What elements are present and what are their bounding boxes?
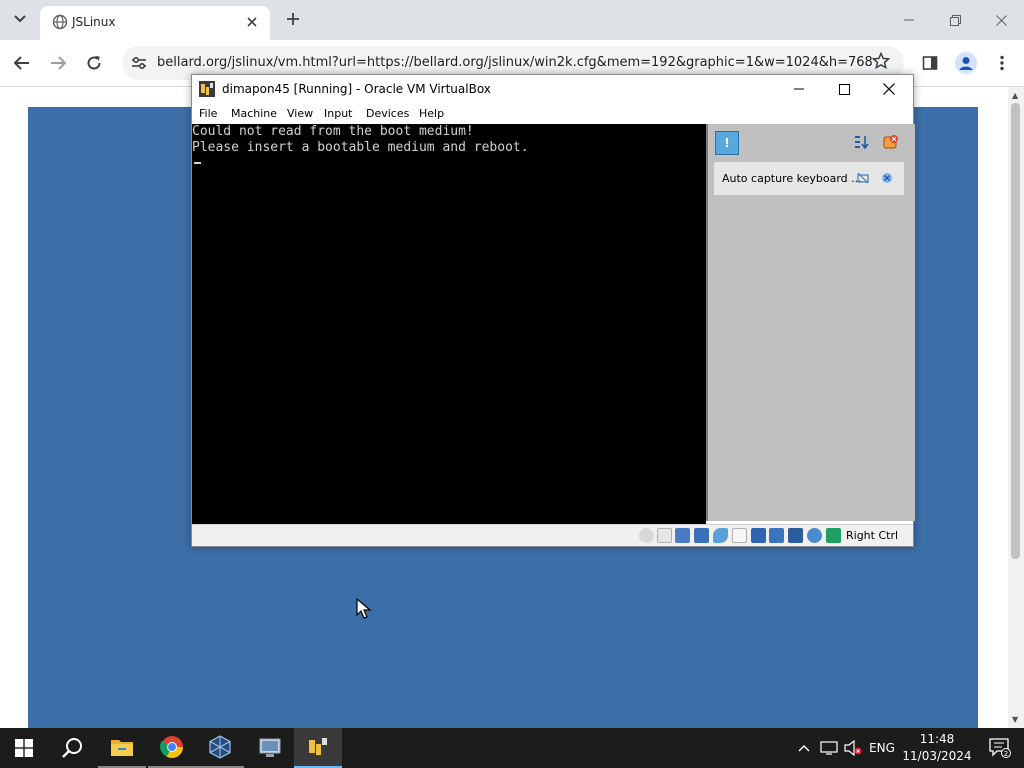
menu-input[interactable]: Input: [324, 107, 352, 120]
volume-muted-icon[interactable]: [842, 728, 864, 768]
menu-help[interactable]: Help: [419, 107, 444, 120]
action-center-icon[interactable]: 2: [980, 728, 1020, 768]
host-key-label: Right Ctrl: [846, 529, 899, 542]
notification-center: ! Auto capture keyboard ...: [706, 124, 915, 521]
clock-time: 11:48: [919, 732, 955, 746]
clock[interactable]: 11:48 11/03/2024: [898, 731, 976, 765]
network-icon[interactable]: [694, 528, 709, 543]
url-text[interactable]: bellard.org/jslinux/vm.html?url=https://…: [157, 55, 873, 70]
vbox-menubar: File Machine View Input Devices Help: [192, 103, 913, 124]
tab-search-icon[interactable]: [8, 7, 32, 31]
page-scrollbar[interactable]: ▲ ▼: [1008, 87, 1024, 728]
maximize-icon[interactable]: [821, 75, 867, 103]
close-icon[interactable]: [242, 12, 262, 32]
do-not-show-icon[interactable]: [856, 171, 870, 185]
scroll-down-icon[interactable]: ▼: [1012, 715, 1018, 724]
virtualbox-vm-icon: [199, 81, 215, 97]
kebab-menu-icon[interactable]: [990, 51, 1014, 75]
network-app-icon[interactable]: [246, 728, 294, 768]
chrome-icon[interactable]: [148, 728, 196, 768]
close-notification-icon[interactable]: [880, 171, 894, 185]
vbox-title: dimapon45 [Running] - Oracle VM VirtualB…: [222, 82, 491, 96]
display-icon[interactable]: [751, 528, 766, 543]
windows-taskbar: ENG 11:48 11/03/2024 2: [0, 728, 1024, 768]
close-icon[interactable]: [866, 75, 912, 103]
mouse-pointer-icon: [356, 597, 372, 620]
virtualbox-icon[interactable]: [196, 728, 244, 768]
menu-devices[interactable]: Devices: [366, 107, 409, 120]
file-explorer-icon[interactable]: [98, 728, 146, 768]
browser-tabstrip: JSLinux: [0, 0, 1024, 40]
text-cursor: [194, 162, 201, 164]
back-icon[interactable]: [10, 51, 34, 75]
notification-count: 2: [1004, 750, 1008, 758]
vm-window-icon[interactable]: [294, 728, 342, 768]
tab-title: JSLinux: [72, 15, 116, 29]
network-status-icon[interactable]: [818, 728, 840, 768]
floppy-icon[interactable]: [657, 528, 672, 543]
minimize-icon[interactable]: [886, 0, 932, 40]
close-icon[interactable]: [978, 0, 1024, 40]
vbox-titlebar[interactable]: dimapon45 [Running] - Oracle VM VirtualB…: [192, 75, 913, 103]
reload-icon[interactable]: [82, 51, 106, 75]
star-icon[interactable]: [871, 51, 891, 75]
video-capture-icon[interactable]: [769, 528, 784, 543]
console-line: Could not read from the boot medium!: [192, 124, 474, 139]
notification-icon[interactable]: !: [715, 131, 739, 155]
profile-icon[interactable]: [954, 51, 978, 75]
menu-view[interactable]: View: [287, 107, 313, 120]
scrollbar-thumb[interactable]: [1011, 103, 1020, 559]
hard-disk-icon[interactable]: [639, 528, 654, 543]
scroll-up-icon[interactable]: ▲: [1012, 91, 1018, 100]
usb-icon[interactable]: [713, 528, 728, 543]
guest-additions-icon[interactable]: [788, 528, 803, 543]
restore-icon[interactable]: [932, 0, 978, 40]
clear-all-icon[interactable]: [882, 133, 900, 151]
notification-card[interactable]: Auto capture keyboard ...: [714, 162, 904, 195]
host-key-icon[interactable]: [826, 528, 841, 543]
shared-folders-icon[interactable]: [732, 528, 747, 543]
language-indicator[interactable]: ENG: [866, 728, 898, 768]
notification-text: Auto capture keyboard ...: [722, 172, 862, 185]
search-icon[interactable]: [48, 728, 96, 768]
console-line: Please insert a bootable medium and rebo…: [192, 140, 529, 155]
vbox-statusbar: Right Ctrl: [192, 524, 913, 546]
site-info-icon[interactable]: [130, 54, 148, 72]
plus-icon[interactable]: [282, 8, 304, 30]
browser-tab[interactable]: JSLinux: [40, 6, 270, 40]
side-panel-icon[interactable]: [918, 51, 942, 75]
vm-display[interactable]: Could not read from the boot medium! Plea…: [192, 124, 706, 524]
sort-icon[interactable]: [853, 133, 871, 151]
clock-date: 11/03/2024: [902, 749, 972, 763]
virtualbox-window: dimapon45 [Running] - Oracle VM VirtualB…: [191, 74, 915, 547]
audio-icon[interactable]: [675, 528, 690, 543]
chevron-up-icon[interactable]: [794, 728, 814, 768]
console-output: Could not read from the boot medium! Plea…: [192, 124, 529, 156]
start-icon[interactable]: [0, 728, 48, 768]
globe-icon: [52, 14, 68, 30]
minimize-icon[interactable]: [776, 75, 822, 103]
menu-file[interactable]: File: [199, 107, 217, 120]
menu-machine[interactable]: Machine: [231, 107, 277, 120]
cpu-icon[interactable]: [807, 528, 822, 543]
forward-icon[interactable]: [46, 51, 70, 75]
